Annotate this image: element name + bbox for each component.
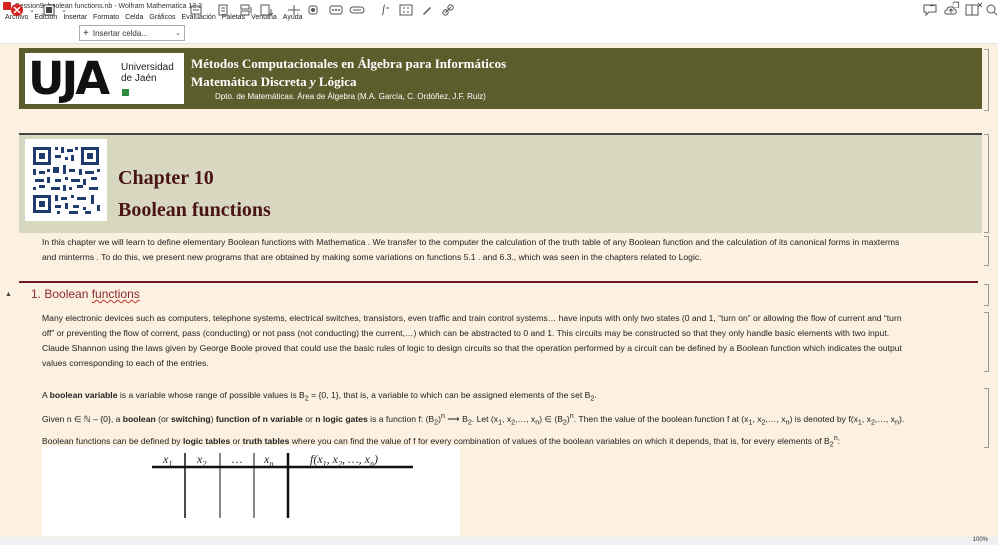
link-icon[interactable] (441, 3, 455, 17)
p3-text: . Then the value of the boolean function… (573, 413, 749, 424)
subtitle-part-1: Matemática Discreta (191, 74, 310, 89)
zoom-level[interactable]: 100% (973, 537, 988, 543)
input-form-icon[interactable] (348, 3, 366, 17)
body-p1-line-1: Many electronic devices such as computer… (42, 313, 902, 323)
cloud-upload-icon[interactable] (943, 3, 959, 17)
comment-icon[interactable] (922, 3, 938, 17)
table-header-dots: … (231, 452, 243, 466)
section-collapse-toggle[interactable]: ▲ (5, 291, 12, 298)
p3-text: . Let (x (471, 413, 499, 424)
p2-text-b: is a variable whose range of possible va… (117, 390, 305, 400)
menu-graficos[interactable]: Gráficos (148, 14, 176, 21)
logo-uni-line1: Universidad (121, 62, 174, 73)
documentation-icon[interactable] (964, 3, 980, 17)
menu-formato[interactable]: Formato (92, 14, 120, 21)
p3-text: is a function f: (B (367, 413, 435, 424)
subtitle-part-2: Lógica (315, 74, 357, 89)
body-paragraph-1: Many electronic devices such as computer… (42, 311, 977, 371)
split-icon[interactable] (286, 3, 302, 17)
matrix-icon[interactable] (398, 3, 414, 17)
p3-text: , x (752, 413, 762, 424)
p4-text: where you can find the value of f for ev… (289, 435, 830, 446)
chevron-down-icon[interactable]: ⌄ (28, 3, 36, 17)
p3-text: ,…, x (874, 413, 895, 424)
p4-bold: truth tables (242, 435, 290, 446)
p3-text: ) ∈ (B (539, 413, 563, 424)
course-subtitle: Matemática Discreta y Lógica (191, 74, 356, 90)
body-p1-line-4: values corresponding to each of the entr… (42, 358, 209, 368)
p2-text-a: A (42, 390, 50, 400)
p3-text: , x (502, 413, 512, 424)
divide-cell-icon[interactable] (238, 3, 254, 17)
p3-bold: boolean (122, 413, 156, 424)
section-title-part-1: 1. Boolean (31, 287, 92, 301)
p4-bold: logic tables (182, 435, 231, 446)
plus-icon: + (83, 27, 89, 39)
group-cells-icon[interactable] (216, 3, 230, 17)
chevron-down-icon: ⌄ (175, 30, 181, 37)
uja-logo: UJA Universidad de Jaén (25, 52, 184, 105)
p3-bold: switching (171, 413, 211, 424)
p3-text: or (302, 413, 316, 424)
p3-text: ). (898, 413, 905, 424)
status-bar: 100% (0, 537, 998, 545)
search-icon[interactable] (985, 3, 998, 17)
menu-celda[interactable]: Celda (124, 14, 144, 21)
p3-bold: n logic gates (315, 413, 368, 424)
merge-cells-icon[interactable] (258, 3, 274, 17)
chevron-down-icon[interactable]: ⌄ (60, 3, 68, 17)
course-title: Métodos Computacionales en Álgebra para … (191, 56, 507, 71)
insert-cell-label: Insertar celda... (92, 28, 148, 38)
table-header-x2: x2 (197, 452, 207, 469)
p3-text: (or (155, 413, 172, 424)
chapter-title: Boolean functions (118, 199, 271, 221)
vertical-scrollbar[interactable] (988, 44, 998, 537)
section-title: 1. Boolean functions (31, 287, 140, 301)
more-options-icon[interactable] (328, 3, 344, 17)
evaluate-icon[interactable] (306, 3, 320, 17)
abort-evaluation-icon[interactable] (8, 3, 26, 17)
body-p1-line-3: Claude Shannon using the laws given by G… (42, 343, 902, 353)
qr-code (25, 139, 107, 221)
section-rule (19, 281, 978, 283)
integral-icon[interactable] (377, 3, 391, 17)
p3-bold: function of n variable (215, 413, 303, 424)
p3-text: ,…, x (765, 413, 786, 424)
boolean-variable-definition: A boolean variable is a variable whose r… (42, 388, 597, 407)
p4-text: Boolean functions can be defined by (42, 435, 183, 446)
logo-university-name: Universidad de Jaén (121, 62, 174, 84)
section-title-part-2: functions (91, 287, 140, 301)
body-p1-line-2: off” or preventing the flow of corrent, … (42, 328, 890, 338)
p3-text: ,…, x (515, 413, 536, 424)
truth-table-figure: x1 x2 … xn f(x1, x2, …, xn) (42, 446, 460, 536)
p2-text-c: = {0, 1}, that is, a variable to which c… (308, 390, 591, 400)
p3-text: ⟶ B (445, 413, 468, 424)
pen-icon[interactable] (420, 3, 434, 17)
p4-text: : (837, 435, 841, 446)
chapter-number: Chapter 10 (118, 167, 214, 189)
logo-wordmark: UJA (28, 52, 110, 105)
p2-text-d: . (594, 390, 597, 400)
intro-paragraph: In this chapter we will learn to define … (42, 235, 977, 265)
table-header-function: f(x1, x2, …, xn) (310, 452, 378, 469)
table-header-xn: xn (264, 452, 274, 469)
intro-line-2: and minterms . To do this, we present ne… (42, 252, 702, 262)
p2-bold-term: boolean variable (49, 390, 118, 400)
boolean-function-definition: Given n ∈ ℕ – {0}, a boolean (or switchi… (42, 409, 904, 431)
logo-green-square (122, 89, 129, 96)
cell-bracket-icon[interactable] (189, 3, 203, 17)
stop-icon[interactable] (42, 3, 56, 17)
title-bar: Session9_boolean functions.nb - Wolfram … (0, 0, 998, 12)
menu-bar: Archivo Edición Insertar Formato Celda G… (0, 12, 998, 23)
insert-cell-dropdown[interactable]: + Insertar celda... ⌄ (79, 25, 185, 41)
p3-text: , x (861, 413, 871, 424)
intro-line-1: In this chapter we will learn to define … (42, 237, 900, 247)
p3-text: ) is denoted by f(x (789, 413, 858, 424)
logo-uni-line2: de Jaén (121, 73, 157, 84)
p3-text: Given n ∈ ℕ – {0}, a (42, 413, 123, 424)
department-line: Dpto. de Matemáticas. Área de Álgebra (M… (215, 92, 486, 101)
p4-text: or (230, 435, 243, 446)
table-header-x1: x1 (163, 452, 173, 469)
